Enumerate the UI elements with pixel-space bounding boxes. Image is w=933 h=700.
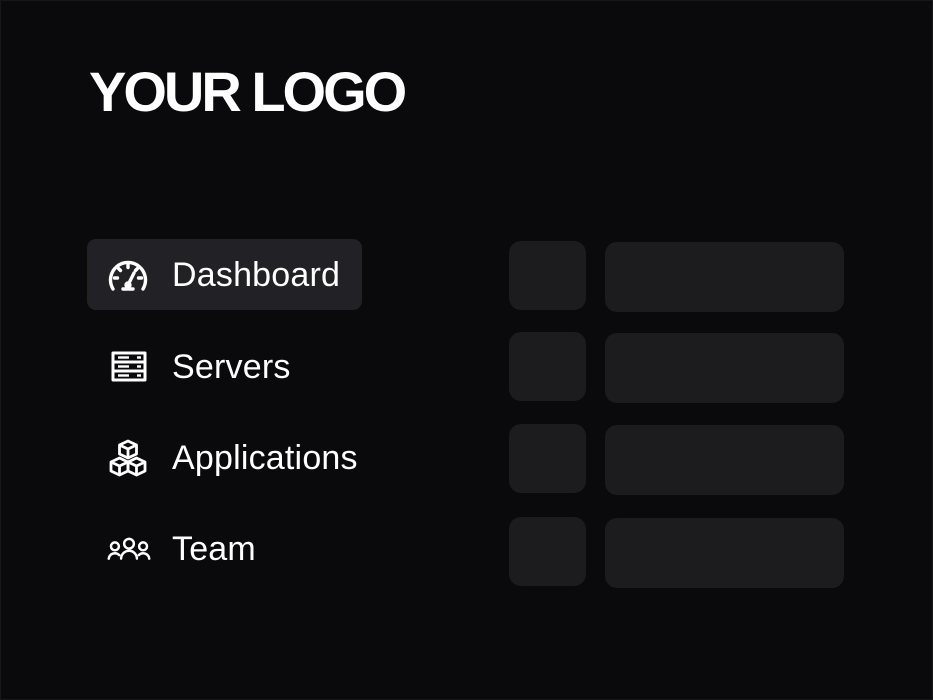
cubes-icon (107, 438, 151, 478)
sidebar-item-applications[interactable]: Applications (87, 422, 380, 493)
placeholder-bar (605, 333, 844, 403)
speedometer-icon (107, 255, 151, 295)
sidebar-item-label: Dashboard (172, 255, 341, 294)
sidebar-item-label: Team (172, 529, 256, 568)
placeholder-thumbnail (509, 241, 586, 310)
sidebar-item-team[interactable]: Team (87, 513, 278, 584)
placeholder-thumbnail (509, 424, 586, 493)
placeholder-thumbnail (509, 517, 586, 586)
placeholder-bar (605, 425, 844, 495)
sidebar-item-dashboard[interactable]: Dashboard (87, 239, 363, 310)
sidebar-item-label: Applications (172, 438, 358, 477)
sidebar-item-servers[interactable]: Servers (87, 331, 313, 402)
placeholder-thumbnail (509, 332, 586, 401)
logo: YOUR LOGO (89, 60, 407, 123)
placeholder-bar (605, 518, 844, 588)
sidebar-item-label: Servers (172, 347, 291, 386)
server-icon (107, 347, 151, 387)
team-icon (107, 529, 151, 569)
placeholder-bar (605, 242, 844, 312)
